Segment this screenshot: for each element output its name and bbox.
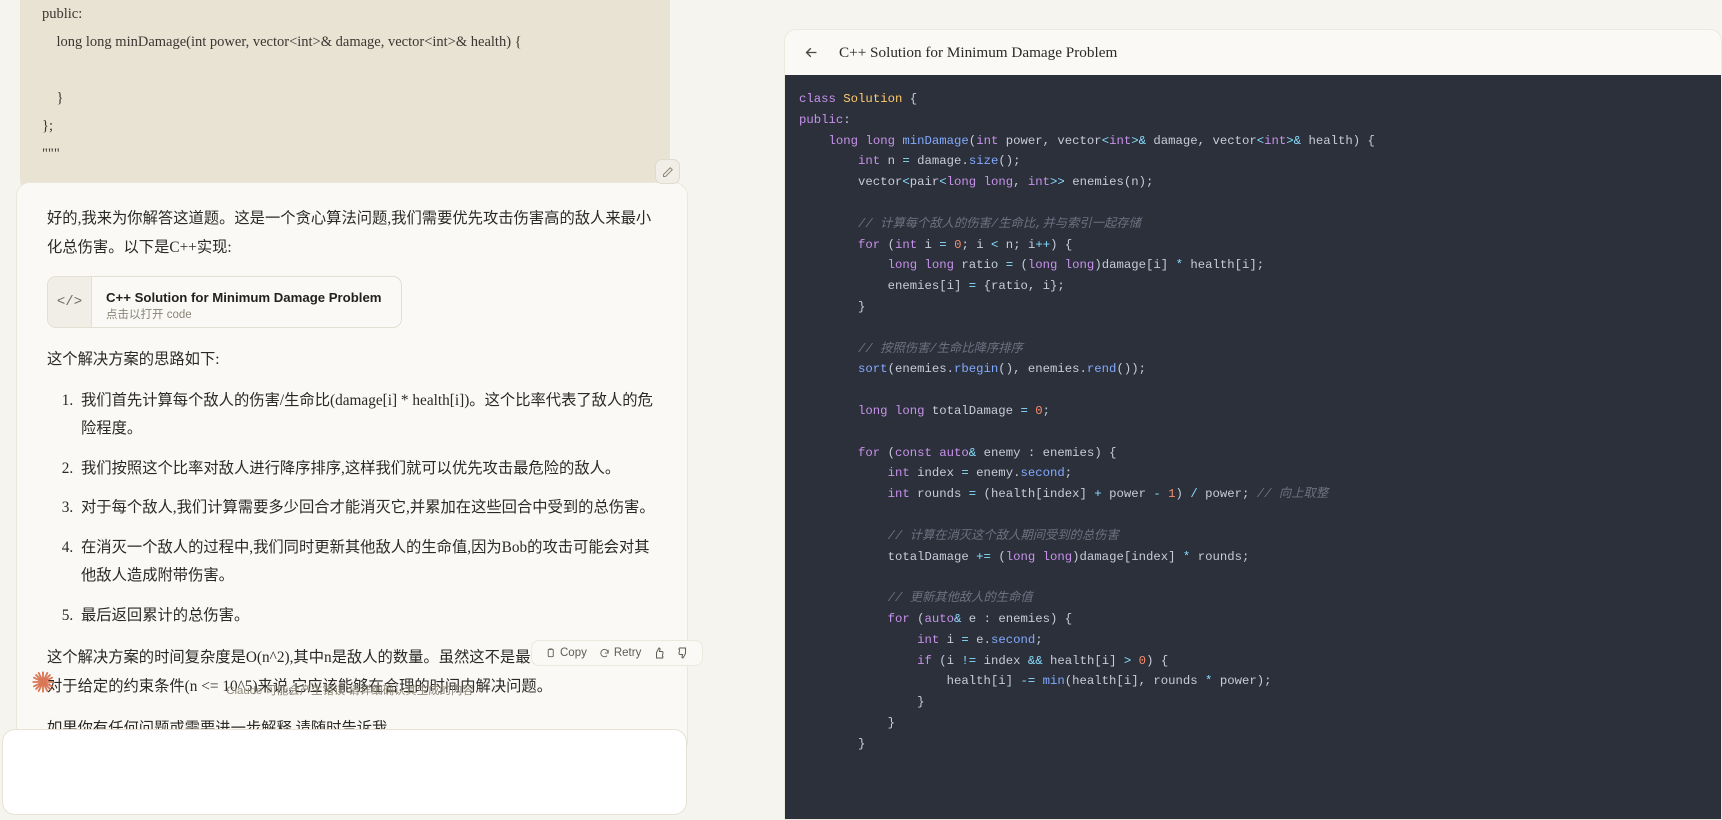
- steps-heading: 这个解决方案的思路如下:: [47, 346, 657, 375]
- artifact-chip-button[interactable]: </> C++ Solution for Minimum Damage Prob…: [47, 276, 402, 328]
- code-icon-glyph: </>: [57, 294, 82, 310]
- list-item: 我们首先计算每个敌人的伤害/生命比(damage[i] * health[i])…: [77, 387, 657, 444]
- artifact-window: C++ Solution for Minimum Damage Problem …: [784, 29, 1722, 820]
- list-item: 最后返回累计的总伤害。: [77, 602, 657, 631]
- clipboard-icon: [545, 648, 556, 659]
- chat-scroll-area[interactable]: class Solution { public: long long minDa…: [0, 0, 780, 745]
- code-icon: </>: [48, 277, 92, 327]
- code-block: class Solution { public: long long minDa…: [785, 75, 1722, 755]
- thumbs-down-button[interactable]: [673, 645, 693, 661]
- edit-message-button[interactable]: [655, 159, 680, 184]
- assistant-intro-paragraph: 好的,我来为你解答这道题。这是一个贪心算法问题,我们需要优先攻击伤害高的敌人来最…: [47, 205, 657, 262]
- message-action-toolbar: Copy Retry: [531, 640, 703, 666]
- solution-steps-list: 我们首先计算每个敌人的伤害/生命比(damage[i] * health[i])…: [47, 387, 657, 631]
- retry-button[interactable]: Retry: [595, 645, 645, 661]
- arrow-left-icon: [803, 44, 820, 61]
- artifact-chip-title: C++ Solution for Minimum Damage Problem: [106, 289, 382, 306]
- pane-gutter: [780, 0, 784, 820]
- chat-pane: class Solution { public: long long minDa…: [0, 0, 780, 820]
- artifact-chip-subtitle: 点击以打开 code: [106, 307, 382, 324]
- list-item: 我们按照这个比率对敌人进行降序排序,这样我们就可以优先攻击最危险的敌人。: [77, 455, 657, 484]
- artifact-chip-text: C++ Solution for Minimum Damage Problem …: [92, 277, 382, 327]
- list-item: 对于每个敌人,我们计算需要多少回合才能消灭它,并累加在这些回合中受到的总伤害。: [77, 494, 657, 523]
- thumbs-down-icon: [677, 647, 689, 659]
- refresh-icon: [599, 648, 610, 659]
- copy-button[interactable]: Copy: [541, 645, 591, 661]
- list-item: 在消灭一个敌人的过程中,我们同时更新其他敌人的生命值,因为Bob的攻击可能会对其…: [77, 534, 657, 591]
- thumbs-up-button[interactable]: [649, 645, 669, 661]
- disclaimer-text: Claude 可能会产生错误 请详细确认其生成的内容: [0, 682, 700, 698]
- app-root: class Solution { public: long long minDa…: [0, 0, 1722, 820]
- code-viewer[interactable]: class Solution { public: long long minDa…: [785, 75, 1722, 820]
- thumbs-up-icon: [653, 647, 665, 659]
- artifact-pane: C++ Solution for Minimum Damage Problem …: [780, 0, 1722, 820]
- artifact-title: C++ Solution for Minimum Damage Problem: [839, 44, 1117, 62]
- back-button[interactable]: [799, 41, 823, 65]
- pencil-icon: [662, 166, 674, 178]
- copy-label: Copy: [560, 647, 587, 659]
- user-message-bubble: class Solution { public: long long minDa…: [20, 0, 670, 194]
- artifact-header: C++ Solution for Minimum Damage Problem: [785, 30, 1721, 75]
- message-composer[interactable]: [2, 729, 687, 815]
- retry-label: Retry: [614, 647, 641, 659]
